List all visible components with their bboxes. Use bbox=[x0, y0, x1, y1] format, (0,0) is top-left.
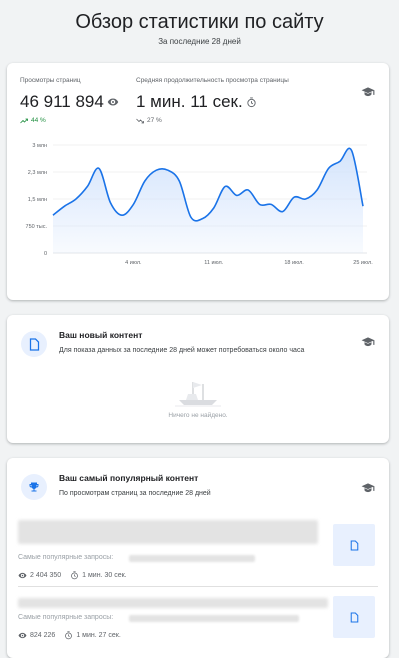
item-views: 2 404 350 bbox=[30, 572, 62, 579]
timer-icon bbox=[65, 631, 73, 640]
popular-content-title: Ваш самый популярный контент bbox=[59, 473, 199, 483]
stats-card: Просмотры страниц 46 911 894 44 % Средня… bbox=[7, 63, 389, 300]
popular-content-badge bbox=[21, 474, 47, 500]
queries-label: Самые популярные запросы: bbox=[18, 554, 114, 561]
metric-views: Просмотры страниц 46 911 894 44 % bbox=[20, 77, 119, 124]
y-tick-label: 1,5 млн bbox=[28, 197, 47, 203]
document-icon bbox=[350, 611, 358, 623]
views-label: Просмотры страниц bbox=[20, 77, 81, 84]
views-value: 46 911 894 bbox=[20, 92, 104, 111]
views-change: 44 % bbox=[31, 117, 46, 124]
document-icon bbox=[350, 539, 358, 551]
page-subtitle: За последние 28 дней bbox=[158, 37, 241, 46]
open-page-button[interactable] bbox=[333, 524, 375, 566]
blurred-queries bbox=[129, 615, 299, 622]
duration-label: Средняя продолжительность просмотра стра… bbox=[136, 77, 289, 84]
eye-icon bbox=[107, 98, 119, 106]
document-icon bbox=[29, 337, 39, 351]
new-content-title: Ваш новый контент bbox=[59, 330, 143, 340]
open-page-button[interactable] bbox=[333, 596, 375, 638]
item-duration: 1 мин. 30 сек. bbox=[82, 572, 127, 579]
trophy-icon bbox=[29, 482, 39, 492]
blurred-title bbox=[18, 598, 328, 608]
popular-content-card: Ваш самый популярный контент По просмотр… bbox=[7, 458, 389, 658]
pageviews-chart: 0 750 тыс. 1,5 млн 2,3 млн 3 млн 4 июл. 11 июл… bbox=[26, 143, 374, 266]
queries-label: Самые популярные запросы: bbox=[18, 614, 114, 621]
eye-icon bbox=[18, 572, 27, 579]
learn-more-icon[interactable] bbox=[361, 481, 375, 495]
learn-more-icon[interactable] bbox=[361, 335, 375, 349]
series-area bbox=[53, 148, 363, 253]
x-tick-label: 11 июл. bbox=[204, 260, 224, 266]
row-divider bbox=[18, 586, 378, 587]
x-tick-label: 25 июл. bbox=[353, 260, 373, 266]
duration-value: 1 мин. 11 сек. bbox=[136, 92, 243, 111]
blurred-queries bbox=[129, 555, 255, 562]
y-tick-label: 0 bbox=[44, 251, 47, 257]
eye-icon bbox=[18, 632, 27, 639]
item-views: 824 226 bbox=[30, 632, 56, 639]
popular-content-description: По просмотрам страниц за последние 28 дн… bbox=[59, 490, 211, 497]
y-tick-label: 3 млн bbox=[32, 143, 47, 149]
trend-up-icon bbox=[20, 118, 28, 123]
new-content-description: Для показа данных за последние 28 дней м… bbox=[59, 347, 305, 354]
item-duration: 1 мин. 27 сек. bbox=[76, 632, 121, 639]
page-header: Обзор статистики по сайту За последние 2… bbox=[0, 0, 399, 50]
x-tick-label: 4 июл. bbox=[125, 260, 142, 266]
duration-change: 27 % bbox=[147, 117, 162, 124]
learn-more-icon[interactable] bbox=[361, 85, 375, 99]
trend-down-icon bbox=[136, 118, 144, 123]
new-content-badge bbox=[21, 331, 47, 357]
empty-boat-illustration bbox=[175, 382, 221, 407]
page-title: Обзор статистики по сайту bbox=[75, 11, 324, 33]
x-tick-label: 18 июл. bbox=[284, 260, 304, 266]
y-tick-label: 750 тыс. bbox=[26, 224, 48, 230]
y-tick-label: 2,3 млн bbox=[28, 170, 47, 176]
new-content-card: Ваш новый контент Для показа данных за п… bbox=[7, 315, 389, 443]
blurred-title bbox=[18, 520, 318, 544]
timer-icon bbox=[71, 571, 79, 580]
empty-state-text: Ничего не найдено. bbox=[168, 412, 228, 419]
timer-icon bbox=[247, 96, 256, 107]
metric-duration: Средняя продолжительность просмотра стра… bbox=[136, 77, 289, 124]
